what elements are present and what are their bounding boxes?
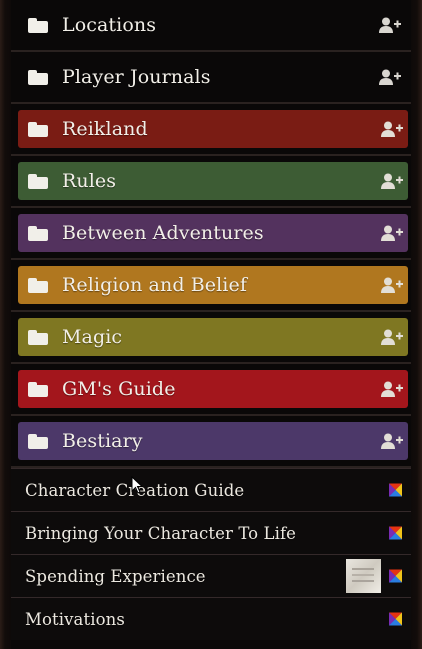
journal-entry[interactable]: Spending Experience <box>11 554 411 597</box>
colored-squares-icon <box>389 526 402 540</box>
folder-label: Locations <box>62 14 157 36</box>
folder-player-journals[interactable]: Player Journals <box>11 52 411 104</box>
folder-rules[interactable]: Rules <box>11 156 411 208</box>
user-plus-icon[interactable] <box>381 225 403 241</box>
folder-header[interactable]: Bestiary <box>18 422 408 460</box>
folder-header[interactable]: Magic <box>18 318 408 356</box>
folder-label: Player Journals <box>62 66 211 88</box>
folder-header[interactable]: Between Adventures <box>18 214 408 252</box>
folder-label: Religion and Belief <box>62 274 247 296</box>
folder-header[interactable]: GM's Guide <box>18 370 408 408</box>
folder-reikland[interactable]: Reikland <box>11 104 411 156</box>
folder-label: Rules <box>62 170 117 192</box>
colored-squares-icon <box>389 612 402 626</box>
folder-header[interactable]: Reikland <box>18 110 408 148</box>
user-plus-icon[interactable] <box>381 173 403 189</box>
folder-header[interactable]: Locations <box>11 0 411 50</box>
user-plus-icon[interactable] <box>379 69 401 85</box>
entry-label: Spending Experience <box>25 566 206 586</box>
user-plus-icon[interactable] <box>379 17 401 33</box>
user-plus-icon[interactable] <box>381 329 403 345</box>
user-plus-icon[interactable] <box>381 277 403 293</box>
folder-icon <box>28 381 48 397</box>
folder-icon <box>28 69 48 85</box>
colored-squares-icon <box>389 569 402 583</box>
folder-icon <box>28 433 48 449</box>
folder-label: Magic <box>62 326 123 348</box>
folder-between-adventures[interactable]: Between Adventures <box>11 208 411 260</box>
folder-magic[interactable]: Magic <box>11 312 411 364</box>
folder-locations[interactable]: Locations <box>11 0 411 52</box>
folder-icon <box>28 329 48 345</box>
folder-header[interactable]: Player Journals <box>11 52 411 102</box>
folder-icon <box>28 277 48 293</box>
folder-label: Reikland <box>62 118 148 140</box>
folder-religion-and-belief[interactable]: Religion and Belief <box>11 260 411 312</box>
user-plus-icon[interactable] <box>381 121 403 137</box>
folder-label: GM's Guide <box>62 378 176 400</box>
folder-label: Between Adventures <box>62 222 264 244</box>
folder-header[interactable]: Rules <box>18 162 408 200</box>
entry-label: Motivations <box>25 609 125 629</box>
entry-thumbnail <box>346 559 381 593</box>
mouse-cursor-icon <box>131 476 143 494</box>
journal-entry[interactable]: Motivations <box>11 597 411 640</box>
folder-label: Bestiary <box>62 430 143 452</box>
folder-gms-guide[interactable]: GM's Guide <box>11 364 411 416</box>
folder-icon <box>28 173 48 189</box>
user-plus-icon[interactable] <box>381 433 403 449</box>
folder-bestiary[interactable]: Bestiary <box>11 416 411 468</box>
journal-entry[interactable]: Character Creation Guide <box>11 468 411 511</box>
folder-icon <box>28 17 48 33</box>
colored-squares-icon <box>389 483 402 497</box>
folder-header[interactable]: Religion and Belief <box>18 266 408 304</box>
journal-entry[interactable]: Bringing Your Character To Life <box>11 511 411 554</box>
entry-label: Bringing Your Character To Life <box>25 523 297 543</box>
folder-icon <box>28 225 48 241</box>
user-plus-icon[interactable] <box>381 381 403 397</box>
folder-icon <box>28 121 48 137</box>
